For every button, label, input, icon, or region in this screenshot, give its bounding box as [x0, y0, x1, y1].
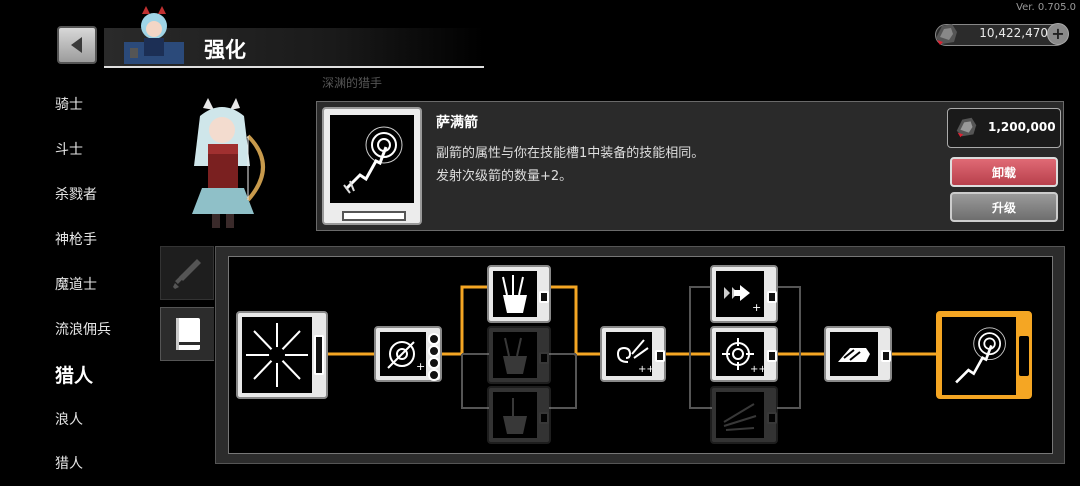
speed-dash-icon	[838, 348, 870, 362]
spiral-arrows-icon: ++	[616, 339, 655, 375]
svg-text:++: ++	[638, 364, 652, 375]
shaman-arrow-node-icon	[955, 327, 1006, 384]
radial-arrows-icon	[246, 323, 308, 387]
tree-node-arrow-dash[interactable]: +	[710, 265, 778, 323]
target-plus-icon: ++	[387, 341, 434, 373]
quiver-locked-icon	[503, 337, 527, 374]
svg-text:++: ++	[750, 364, 764, 375]
tree-node-shaman-arrow[interactable]	[936, 311, 1032, 399]
crosshair-plus-icon: ++	[722, 338, 767, 375]
svg-text:++: ++	[416, 360, 426, 373]
scatter-arrows-icon	[723, 403, 757, 431]
quiver-locked-2-icon	[503, 398, 527, 434]
svg-text:+: +	[752, 301, 761, 314]
tree-node-speed-dash[interactable]	[824, 326, 892, 382]
arrow-dash-icon: +	[724, 285, 761, 314]
tree-node-quiver-locked-2[interactable]	[487, 386, 551, 444]
tree-node-scatter-arrows[interactable]	[710, 386, 778, 444]
tree-node-radial-arrows[interactable]	[236, 311, 328, 399]
tree-node-spiral-arrows[interactable]: ++	[600, 326, 666, 382]
quiver-icon	[502, 275, 527, 313]
tree-node-quiver-locked[interactable]	[487, 326, 551, 384]
tree-node-crosshair-plus[interactable]: ++	[710, 326, 778, 382]
tree-node-quiver[interactable]	[487, 265, 551, 323]
tree-node-target-plus[interactable]: ++	[374, 326, 442, 382]
